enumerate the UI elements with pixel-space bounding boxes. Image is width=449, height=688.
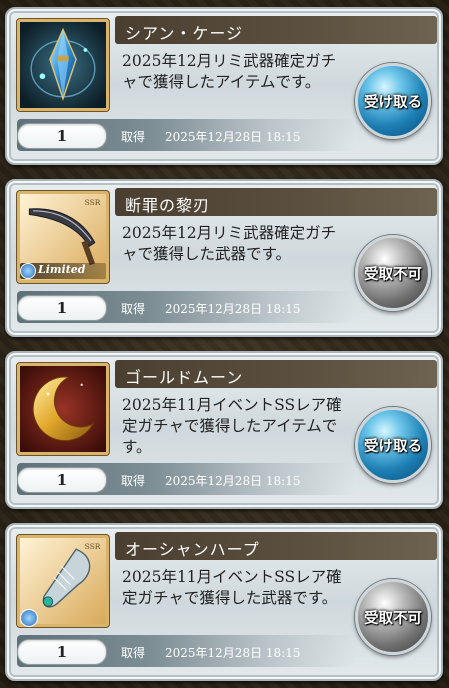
item-card: SSR Limited 断罪の黎刃 2025年12月リミ武器確定ガチャで獲得した… [5, 179, 443, 337]
item-card: ゴールドムーン 2025年11月イベントSSレア確定ガチャで獲得したアイテムです… [5, 351, 443, 509]
blue-crystal-icon [20, 22, 106, 108]
item-name-bar: ゴールドムーン [115, 360, 437, 388]
item-description: 2025年12月リミ武器確定ガチャで獲得した武器です。 [122, 224, 337, 263]
acquired-label: 取得 [121, 130, 146, 144]
unavailable-button-label: 受取不可 [364, 610, 422, 627]
gold-moon-icon [20, 366, 106, 452]
item-name: オーシャンハープ [125, 540, 260, 559]
item-card: SSR オーシャンハープ 2025年11月イベントSSレア確定ガチャで獲得した武… [5, 523, 443, 681]
item-thumbnail [17, 363, 109, 455]
item-name-bar: オーシャンハープ [115, 532, 437, 560]
acquired-label: 取得 [121, 646, 146, 660]
receive-button[interactable]: 受け取る [355, 407, 431, 483]
acquired-date: 2025年12月28日 18:15 [165, 646, 301, 660]
item-name-bar: シアン・ケージ [115, 16, 437, 44]
item-name: 断罪の黎刃 [125, 196, 211, 215]
quantity-badge: 1 [17, 639, 107, 665]
item-thumbnail [17, 19, 109, 111]
item-name: シアン・ケージ [125, 24, 244, 43]
acquired-date: 2025年12月28日 18:15 [165, 130, 301, 144]
unavailable-button: 受取不可 [355, 235, 431, 311]
acquired-date: 2025年12月28日 18:15 [165, 474, 301, 488]
acquired-date: 2025年12月28日 18:15 [165, 302, 301, 316]
limited-label: Limited [38, 263, 86, 276]
quantity-badge: 1 [17, 295, 107, 321]
element-badge [20, 609, 38, 627]
quantity-badge: 1 [17, 123, 107, 149]
acquired-label: 取得 [121, 474, 146, 488]
item-name: ゴールドムーン [125, 368, 244, 387]
receive-button-label: 受け取る [364, 94, 422, 111]
item-description: 2025年11月イベントSSレア確定ガチャで獲得したアイテムです。 [122, 396, 342, 456]
rarity-badge: SSR [85, 542, 101, 551]
acquired-label: 取得 [121, 302, 146, 316]
receive-button-label: 受け取る [364, 438, 422, 455]
receive-button[interactable]: 受け取る [355, 63, 431, 139]
item-card: シアン・ケージ 2025年12月リミ武器確定ガチャで獲得したアイテムです。 1 … [5, 7, 443, 165]
limited-badge: Limited [20, 263, 106, 279]
quantity-badge: 1 [17, 467, 107, 493]
item-name-bar: 断罪の黎刃 [115, 188, 437, 216]
unavailable-button: 受取不可 [355, 579, 431, 655]
item-description: 2025年11月イベントSSレア確定ガチャで獲得した武器です。 [122, 568, 342, 607]
rarity-badge: SSR [85, 198, 101, 207]
item-description: 2025年12月リミ武器確定ガチャで獲得したアイテムです。 [122, 52, 337, 91]
unavailable-button-label: 受取不可 [364, 266, 422, 283]
